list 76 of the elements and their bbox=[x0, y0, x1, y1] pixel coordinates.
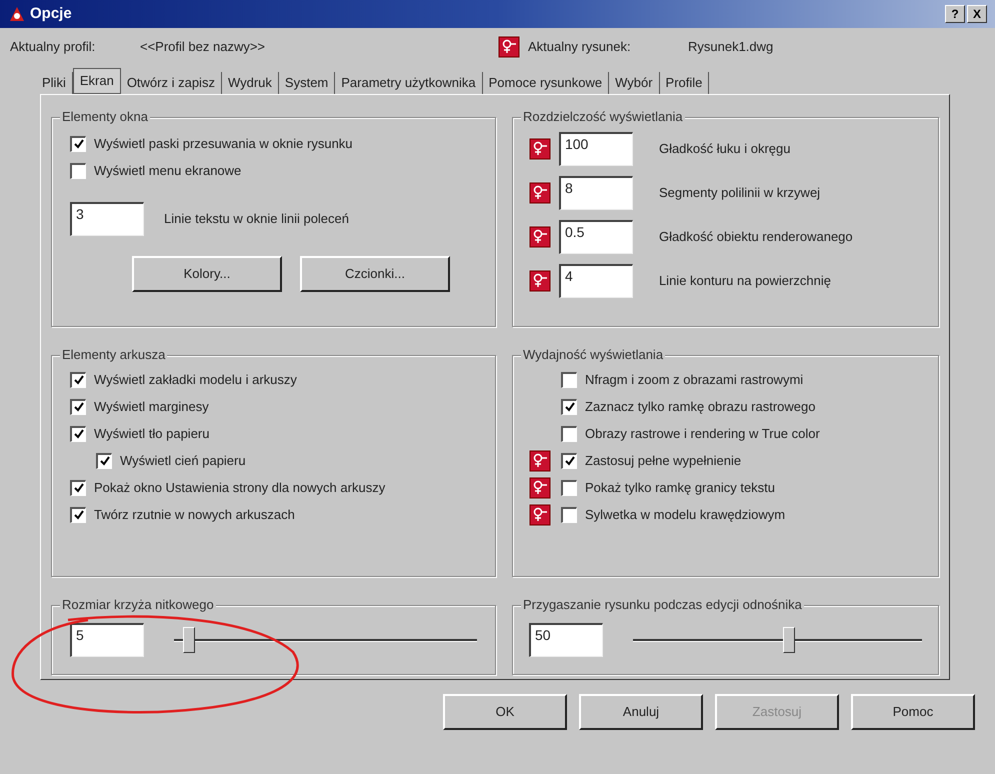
drawing-icon bbox=[528, 138, 551, 160]
checkbox[interactable] bbox=[70, 162, 86, 178]
slider-thumb[interactable] bbox=[183, 626, 196, 652]
group-title: Wydajność wyświetlania bbox=[521, 347, 666, 363]
tab[interactable]: Wybór bbox=[609, 72, 660, 94]
group-title: Elementy okna bbox=[60, 109, 150, 125]
tab[interactable]: Parametry użytkownika bbox=[335, 72, 483, 94]
dialog-button[interactable]: Czcionki... bbox=[300, 256, 450, 292]
window-title: Opcje bbox=[30, 4, 72, 24]
tab[interactable]: Ekran bbox=[72, 68, 121, 94]
tab[interactable]: Wydruk bbox=[222, 72, 279, 94]
input-field[interactable]: 0.5 bbox=[558, 220, 633, 254]
help-button[interactable]: ? bbox=[945, 5, 965, 23]
drawing-icon bbox=[528, 182, 551, 204]
input-field[interactable]: 4 bbox=[558, 264, 633, 298]
checkbox[interactable] bbox=[561, 398, 577, 414]
field-label: Gładkość łuku i okręgu bbox=[658, 140, 790, 158]
checkbox-label[interactable]: Wyświetl zakładki modelu i arkuszy bbox=[94, 370, 297, 390]
app-icon bbox=[8, 5, 26, 23]
drawing-label: Aktualny rysunek: bbox=[528, 38, 632, 56]
dialog-button[interactable]: Anuluj bbox=[579, 694, 703, 730]
input-field[interactable]: 5 bbox=[70, 623, 144, 657]
input-field[interactable]: 3 bbox=[70, 202, 144, 236]
checkbox[interactable] bbox=[561, 426, 577, 442]
checkbox[interactable] bbox=[96, 452, 112, 468]
input-field[interactable]: 8 bbox=[558, 176, 633, 210]
group-title: Przygaszanie rysunku podczas edycji odnośnika bbox=[520, 597, 804, 613]
drawing-icon bbox=[528, 270, 551, 292]
checkbox[interactable] bbox=[561, 480, 577, 496]
slider-thumb[interactable] bbox=[783, 626, 796, 652]
checkbox[interactable] bbox=[561, 506, 577, 522]
slider[interactable] bbox=[174, 625, 477, 655]
tab[interactable]: Pomoce rysunkowe bbox=[482, 72, 610, 94]
checkbox-label[interactable]: Twórz rzutnie w nowych arkuszach bbox=[94, 504, 295, 524]
field-label: Segmenty polilinii w krzywej bbox=[658, 184, 820, 202]
drawing-icon bbox=[528, 226, 551, 248]
field-label: Linie tekstu w oknie linii poleceń bbox=[164, 210, 349, 228]
checkbox-label[interactable]: Wyświetl paski przesuwania w oknie rysunku bbox=[94, 134, 353, 154]
checkbox-label[interactable]: Wyświetl marginesy bbox=[94, 396, 209, 416]
drawing-value: Rysunek1.dwg bbox=[688, 38, 774, 56]
checkbox-label[interactable]: Pokaż tylko ramkę granicy tekstu bbox=[585, 478, 776, 498]
field-label: Gładkość obiektu renderowanego bbox=[658, 228, 853, 246]
profile-label: Aktualny profil: bbox=[10, 38, 96, 56]
dialog-button[interactable]: Kolory... bbox=[132, 256, 282, 292]
checkbox[interactable] bbox=[561, 452, 577, 468]
checkbox[interactable] bbox=[70, 480, 86, 496]
checkbox[interactable] bbox=[70, 398, 86, 414]
group-title: Elementy arkusza bbox=[60, 347, 168, 363]
group-title: Rozdzielczość wyświetlania bbox=[520, 109, 685, 125]
dialog-button[interactable]: Pomoc bbox=[851, 694, 975, 730]
checkbox-label[interactable]: Zastosuj pełne wypełnienie bbox=[585, 450, 742, 470]
dialog-button[interactable]: OK bbox=[443, 694, 567, 730]
input-field[interactable]: 100 bbox=[558, 132, 633, 166]
checkbox[interactable] bbox=[70, 506, 86, 522]
checkbox-label[interactable]: Sylwetka w modelu krawędziowym bbox=[585, 504, 786, 524]
profile-value: <<Profil bez nazwy>> bbox=[140, 38, 266, 56]
checkbox-label[interactable]: Zaznacz tylko ramkę obrazu rastrowego bbox=[585, 396, 816, 416]
tab[interactable]: Profile bbox=[660, 72, 710, 94]
checkbox-label[interactable]: Nfragm i zoom z obrazami rastrowymi bbox=[585, 370, 804, 390]
checkbox-label[interactable]: Wyświetl cień papieru bbox=[120, 450, 246, 470]
field-label: Linie konturu na powierzchnię bbox=[658, 272, 831, 290]
input-field[interactable]: 50 bbox=[528, 623, 603, 657]
checkbox[interactable] bbox=[561, 372, 577, 388]
tab[interactable]: Otwórz i zapisz bbox=[120, 72, 222, 94]
tab[interactable]: System bbox=[278, 72, 336, 94]
checkbox-label[interactable]: Obrazy rastrowe i rendering w True color bbox=[585, 424, 820, 444]
checkbox[interactable] bbox=[70, 372, 86, 388]
close-button[interactable]: X bbox=[967, 5, 987, 23]
checkbox-label[interactable]: Pokaż okno Ustawienia strony dla nowych arkuszy bbox=[94, 478, 386, 498]
drawing-icon bbox=[498, 36, 520, 58]
checkbox-label[interactable]: Wyświetl tło papieru bbox=[94, 424, 210, 444]
checkbox[interactable] bbox=[70, 426, 86, 442]
checkbox[interactable] bbox=[70, 136, 86, 152]
checkbox-label[interactable]: Wyświetl menu ekranowe bbox=[94, 160, 242, 180]
group-title: Rozmiar krzyża nitkowego bbox=[60, 597, 216, 613]
slider[interactable] bbox=[632, 625, 922, 655]
